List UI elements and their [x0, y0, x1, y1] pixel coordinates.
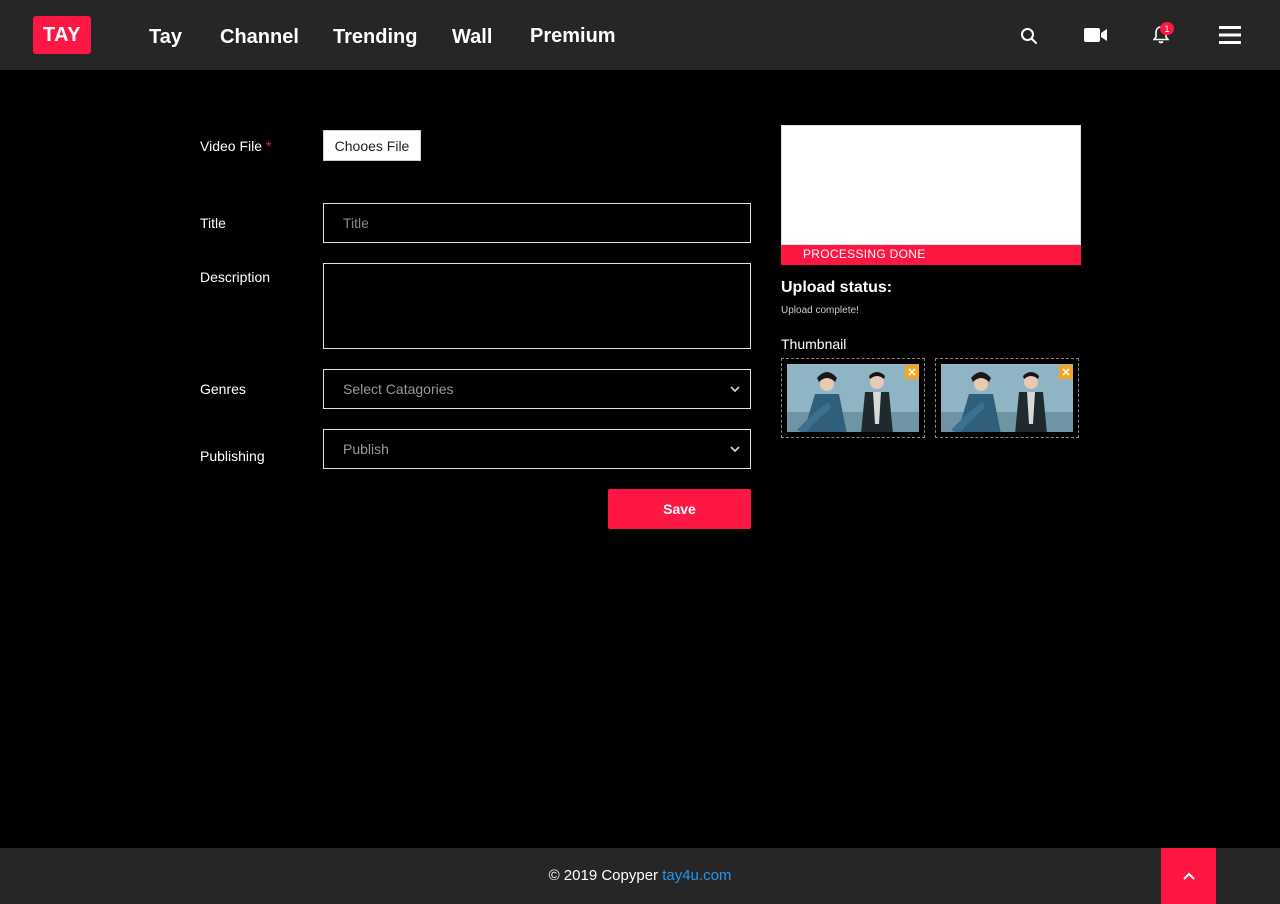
upload-status-title: Upload status: — [781, 279, 893, 296]
remove-thumbnail-icon[interactable]: ✕ — [905, 365, 919, 379]
title-label: Title — [200, 215, 226, 231]
required-mark: * — [265, 138, 272, 154]
scroll-to-top-button[interactable] — [1161, 848, 1216, 904]
video-preview — [781, 125, 1081, 245]
thumbnail-item[interactable]: ✕ — [935, 358, 1079, 438]
publishing-label: Publishing — [200, 448, 265, 464]
description-label: Description — [200, 269, 271, 285]
notification-badge: 1 — [1160, 22, 1174, 35]
genres-select-value: Select Catagories — [343, 381, 454, 397]
video-file-label: Video File * — [200, 138, 271, 154]
thumbnail-item[interactable]: ✕ — [781, 358, 925, 438]
publishing-select-value: Publish — [343, 441, 389, 457]
chevron-down-icon — [730, 386, 740, 393]
save-button[interactable]: Save — [608, 489, 751, 529]
video-file-label-text: Video File — [200, 138, 263, 154]
nav-item-wall[interactable]: Wall — [452, 26, 492, 49]
title-input[interactable]: Title — [323, 203, 751, 243]
hamburger-menu-icon[interactable] — [1219, 25, 1241, 45]
chevron-down-icon — [730, 446, 740, 453]
description-textarea[interactable] — [323, 263, 751, 349]
genres-select[interactable]: Select Catagories — [323, 369, 751, 409]
genres-label: Genres — [200, 381, 246, 397]
upload-progress-bar: PROCESSING DONE — [781, 245, 1081, 265]
publishing-select[interactable]: Publish — [323, 429, 751, 469]
tay-logo[interactable]: TAY — [33, 16, 91, 54]
nav-item-tay[interactable]: Tay — [149, 26, 182, 49]
upload-status-text: Upload complete! — [781, 305, 859, 316]
thumbnail-image — [787, 364, 919, 432]
choose-file-button[interactable]: Chooes File — [323, 130, 421, 161]
footer-copyright: © 2019 Copyper tay4u.com — [0, 867, 1280, 884]
thumbnail-image — [941, 364, 1073, 432]
footer-site-link[interactable]: tay4u.com — [662, 867, 731, 884]
top-navbar: TAY Tay Channel Trending Wall Premium 1 — [0, 0, 1280, 70]
nav-item-trending[interactable]: Trending — [333, 26, 417, 49]
nav-item-channel[interactable]: Channel — [220, 26, 299, 49]
chevron-up-icon — [1182, 872, 1195, 880]
remove-thumbnail-icon[interactable]: ✕ — [1059, 365, 1073, 379]
progress-label: PROCESSING DONE — [803, 247, 926, 261]
thumbnail-label: Thumbnail — [781, 336, 847, 352]
video-camera-icon[interactable] — [1083, 25, 1108, 45]
footer: © 2019 Copyper tay4u.com — [0, 848, 1280, 904]
nav-item-premium[interactable]: Premium — [530, 25, 616, 48]
search-icon[interactable] — [1018, 25, 1040, 47]
copyright-text: © 2019 Copyper — [548, 867, 659, 884]
